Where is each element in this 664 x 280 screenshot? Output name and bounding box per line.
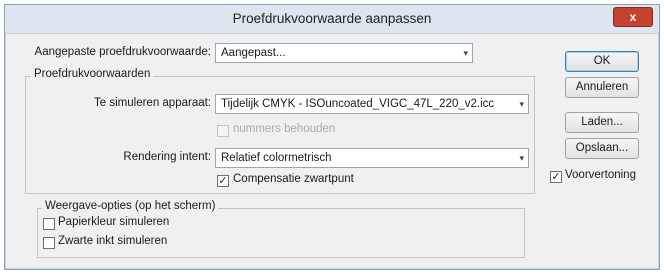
load-button[interactable]: Laden... bbox=[565, 112, 639, 133]
close-button[interactable]: x bbox=[613, 7, 653, 27]
preserve-numbers-checkbox[interactable] bbox=[217, 125, 229, 137]
save-button[interactable]: Opslaan... bbox=[565, 138, 639, 159]
custom-condition-select[interactable]: Aangepast... ▾ bbox=[215, 43, 473, 63]
preserve-numbers-label: nummers behouden bbox=[233, 123, 336, 135]
chevron-down-icon: ▾ bbox=[519, 99, 524, 109]
title-bar[interactable]: Proefdrukvoorwaarde aanpassen x bbox=[5, 5, 659, 34]
preview-label: Voorvertoning bbox=[565, 169, 636, 181]
black-ink-label: Zwarte inkt simuleren bbox=[58, 235, 168, 247]
black-ink-checkbox[interactable] bbox=[43, 237, 55, 249]
display-options-legend: Weergave-opties (op het scherm) bbox=[42, 200, 219, 212]
check-icon: ✓ bbox=[551, 171, 561, 183]
device-label: Te simuleren apparaat: bbox=[94, 97, 211, 109]
blackpoint-checkbox[interactable]: ✓ bbox=[217, 175, 229, 187]
device-select[interactable]: Tijdelijk CMYK - ISOuncoated_VIGC_47L_22… bbox=[215, 94, 529, 114]
chevron-down-icon: ▾ bbox=[519, 153, 524, 163]
rendering-intent-label: Rendering intent: bbox=[123, 151, 211, 163]
dialog-title: Proefdrukvoorwaarde aanpassen bbox=[232, 11, 432, 26]
ok-button[interactable]: OK bbox=[565, 51, 639, 72]
blackpoint-label: Compensatie zwartpunt bbox=[233, 173, 354, 185]
chevron-down-icon: ▾ bbox=[463, 48, 468, 58]
cancel-button[interactable]: Annuleren bbox=[565, 77, 639, 98]
custom-condition-value: Aangepast... bbox=[221, 47, 286, 59]
preview-checkbox[interactable]: ✓ bbox=[550, 171, 562, 183]
check-icon: ✓ bbox=[218, 175, 228, 187]
paper-color-label: Papierkleur simuleren bbox=[58, 216, 170, 228]
close-icon: x bbox=[629, 10, 637, 24]
custom-condition-label: Aangepaste proefdrukvoorwaarde: bbox=[34, 46, 211, 58]
rendering-intent-select[interactable]: Relatief colormetrisch ▾ bbox=[215, 148, 529, 168]
paper-color-checkbox[interactable] bbox=[43, 218, 55, 230]
rendering-intent-value: Relatief colormetrisch bbox=[221, 152, 332, 164]
device-value: Tijdelijk CMYK - ISOuncoated_VIGC_47L_22… bbox=[221, 98, 495, 110]
proof-conditions-legend: Proefdrukvoorwaarden bbox=[31, 68, 154, 80]
dialog-window: Proefdrukvoorwaarde aanpassen x Aangepas… bbox=[4, 4, 660, 270]
